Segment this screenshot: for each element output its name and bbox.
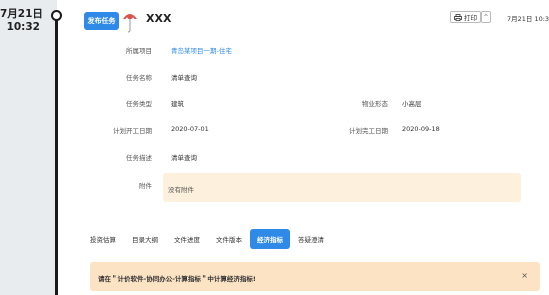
tab-catalog-outline[interactable]: 目录大纲	[124, 229, 166, 249]
timeline-dot-icon	[51, 10, 62, 21]
header-date: 7月21日 10:32	[507, 15, 549, 23]
task-card: 发布任务 XXX 打印 ^ 7月21日 10:32 所属项目 青岛某项目一期-住…	[70, 0, 549, 295]
attachment-empty-text: 没有附件	[168, 186, 194, 194]
tab-qa-clarification[interactable]: 答疑澄清	[290, 229, 332, 249]
task-name-value: 清单查询	[171, 74, 197, 82]
task-type-label: 任务类型	[126, 100, 152, 108]
umbrella-icon	[123, 14, 137, 33]
timeline-line	[55, 20, 58, 295]
alert-message: 请在＂计价软件-协同办公-计算指标＂中计算经济指标!	[98, 275, 256, 283]
task-title: XXX	[146, 12, 172, 25]
printer-icon	[454, 13, 462, 21]
project-label: 所属项目	[126, 47, 152, 55]
plan-start-label: 计划开工日期	[113, 127, 152, 135]
alert-box: 请在＂计价软件-协同办公-计算指标＂中计算经济指标! ×	[90, 262, 540, 291]
plan-end-label: 计划完工日期	[349, 127, 388, 135]
tab-investment-estimate[interactable]: 投资估算	[82, 229, 124, 249]
timeline-panel: 7月21日 10:32	[0, 0, 62, 295]
task-type-value: 建筑	[171, 100, 184, 108]
print-button[interactable]: 打印	[450, 11, 481, 23]
attachment-box: 没有附件	[163, 173, 521, 202]
alert-close-icon[interactable]: ×	[521, 271, 528, 280]
description-value: 清单查询	[171, 154, 197, 162]
tab-economic-indicators[interactable]: 经济指标	[250, 229, 290, 249]
attachment-label: 附件	[139, 182, 152, 190]
detail-tabs: 投资估算 目录大纲 文件进度 文件版本 经济指标 答疑澄清	[82, 229, 332, 249]
publish-task-button[interactable]: 发布任务	[84, 12, 119, 30]
timeline-time: 10:32	[6, 21, 40, 33]
print-label: 打印	[464, 14, 477, 22]
timeline-day: 7月21日	[0, 8, 43, 20]
task-header: 发布任务 XXX 打印 ^ 7月21日 10:32	[70, 0, 549, 36]
project-link[interactable]: 青岛某项目一期-住宅	[171, 45, 232, 55]
collapse-button[interactable]: ^	[481, 11, 491, 23]
plan-start-value: 2020-07-01	[171, 125, 209, 133]
timeline-date: 7月21日 10:32	[0, 8, 43, 34]
property-form-label: 物业形态	[362, 100, 388, 108]
tab-file-version[interactable]: 文件版本	[208, 229, 250, 249]
description-label: 任务描述	[126, 154, 152, 162]
plan-end-value: 2020-09-18	[402, 125, 440, 133]
property-form-value: 小高层	[402, 100, 422, 108]
task-name-label: 任务名称	[126, 74, 152, 82]
tab-file-progress[interactable]: 文件进度	[166, 229, 208, 249]
